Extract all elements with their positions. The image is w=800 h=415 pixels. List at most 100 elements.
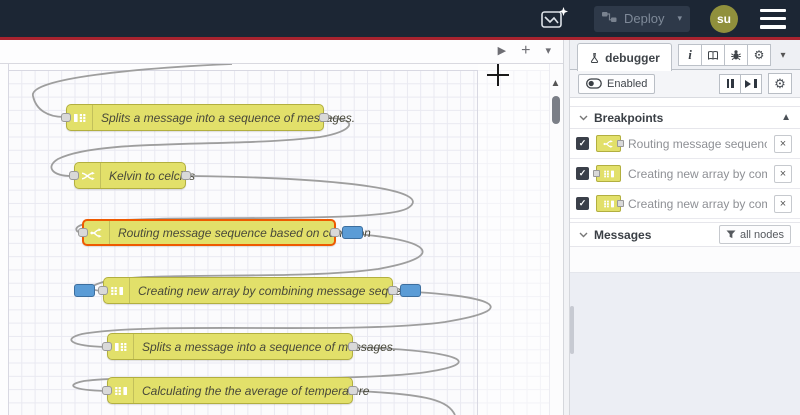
breakpoint-checkbox[interactable]: ✓ <box>576 197 589 210</box>
flow-list-chevron-icon[interactable]: ▾ <box>545 46 551 57</box>
deploy-label: Deploy <box>624 11 665 26</box>
breakpoint-checkbox[interactable]: ✓ <box>576 137 589 150</box>
flask-icon <box>591 52 599 63</box>
messages-section-header[interactable]: Messages all nodes <box>570 222 800 247</box>
join-node-mini-icon <box>593 165 621 182</box>
mini-port <box>593 170 600 177</box>
mini-port <box>617 140 624 147</box>
tab-debugger-label: debugger <box>605 50 660 65</box>
debugger-settings-button[interactable]: ⚙ <box>768 73 792 94</box>
chevron-down-icon <box>579 232 588 237</box>
node-output-port[interactable] <box>181 170 191 180</box>
bug-icon <box>731 50 741 61</box>
debugger-enabled-toggle[interactable]: Enabled <box>578 73 656 94</box>
sidebar-scroll-up-icon[interactable]: ▲ <box>781 112 791 123</box>
node-output-port[interactable] <box>319 112 329 122</box>
breakpoint-badge-input[interactable] <box>74 283 95 297</box>
sidebar-options-chevron-icon[interactable]: ▾ <box>774 44 792 66</box>
breakpoint-label: Routing message sequence based on condit… <box>628 136 767 151</box>
node-output-port[interactable] <box>348 385 358 395</box>
crosshair-cursor <box>497 64 499 86</box>
node-output-port[interactable] <box>330 227 340 237</box>
enabled-label: Enabled <box>607 77 648 90</box>
gear-icon: ⚙ <box>774 75 786 91</box>
help-book-button[interactable] <box>701 44 725 66</box>
canvas-scroll-up-icon[interactable]: ▲ <box>548 76 563 91</box>
canvas-scrollbar-thumb[interactable] <box>552 96 560 124</box>
pause-icon <box>726 79 729 88</box>
tab-scroll-right-icon[interactable]: ▶ <box>498 46 506 57</box>
header-bar: Deploy ▾ su <box>0 0 800 37</box>
node-input-port[interactable] <box>102 341 112 351</box>
sidebar-empty-area <box>570 273 800 415</box>
deploy-chevron-icon[interactable]: ▾ <box>671 13 682 24</box>
breakpoint-delete-button[interactable]: × <box>774 194 792 213</box>
breakpoint-row: ✓ Routing message sequence based on condi… <box>570 129 800 159</box>
message-list-empty <box>570 247 800 273</box>
node-label: Routing message sequence based on condit… <box>118 225 371 240</box>
sidebar-tabbar: debugger i ⚙ ▾ <box>570 40 800 71</box>
node-input-port[interactable] <box>61 112 71 122</box>
step-next-button[interactable] <box>740 73 762 94</box>
debugger-panel: Breakpoints ▲ ✓ Routing message sequence … <box>570 98 800 415</box>
messages-title: Messages <box>594 227 652 242</box>
node-output-port[interactable] <box>388 285 398 295</box>
debug-bug-button[interactable] <box>724 44 748 66</box>
switch-node-mini-icon <box>596 135 624 152</box>
flow-node-split[interactable]: Splits a message into a sequence of mess… <box>61 104 355 131</box>
node-red-app: Deploy ▾ su ▶ + ▾ Splits a message into … <box>0 0 800 415</box>
breakpoint-checkbox[interactable]: ✓ <box>576 167 589 180</box>
step-icon <box>745 79 752 88</box>
toggle-icon <box>586 78 602 89</box>
node-input-port[interactable] <box>69 170 79 180</box>
settings-button[interactable]: ⚙ <box>747 44 771 66</box>
info-button[interactable]: i <box>678 44 702 66</box>
filter-label: all nodes <box>739 228 784 241</box>
node-input-port[interactable] <box>98 285 108 295</box>
info-icon: i <box>688 47 692 62</box>
user-avatar[interactable]: su <box>710 4 738 33</box>
breakpoint-label: Creating new array by combining message … <box>628 196 767 211</box>
flow-node-switch[interactable]: Routing message sequence based on condit… <box>78 219 371 246</box>
sidebar-scrollbar-thumb[interactable] <box>570 306 574 354</box>
breakpoint-row: ✓ Creating new array by combining message… <box>570 189 800 219</box>
breakpoints-section-header[interactable]: Breakpoints ▲ <box>570 106 800 129</box>
book-icon <box>708 50 718 60</box>
pause-button[interactable] <box>719 73 741 94</box>
add-flow-icon[interactable]: + <box>521 42 530 59</box>
node-label: Creating new array by combining message … <box>138 283 421 298</box>
flow-node-join[interactable]: Creating new array by combining message … <box>74 277 421 304</box>
deploy-nodes-icon <box>602 10 617 28</box>
sidebar: debugger i ⚙ ▾ Enabled ⚙ Breakpoints ▲ ✓… <box>570 40 800 415</box>
breakpoint-badge-output[interactable] <box>342 225 363 239</box>
breakpoints-title: Breakpoints <box>594 110 664 125</box>
main-menu-icon[interactable] <box>760 8 786 29</box>
flow-node-join[interactable]: Calculating the the average of temperatu… <box>102 377 369 404</box>
message-filter-button[interactable]: all nodes <box>718 225 791 244</box>
flow-node-split[interactable]: Splits a message into a sequence of mess… <box>102 333 396 360</box>
node-output-port[interactable] <box>348 341 358 351</box>
chevron-down-icon <box>579 115 588 120</box>
breakpoint-row: ✓ Creating new array by combining message… <box>570 159 800 189</box>
node-input-port[interactable] <box>102 385 112 395</box>
node-label: Splits a message into a sequence of mess… <box>142 339 397 354</box>
flow-node-change[interactable]: Kelvin to celcius <box>69 162 195 189</box>
breakpoint-delete-button[interactable]: × <box>774 164 792 183</box>
node-label: Calculating the the average of temperatu… <box>142 383 370 398</box>
flow-canvas[interactable]: Splits a message into a sequence of mess… <box>0 64 563 415</box>
sidebar-splitter[interactable] <box>563 40 570 415</box>
tab-debugger[interactable]: debugger <box>577 43 672 71</box>
gear-icon: ⚙ <box>753 48 765 62</box>
node-input-port[interactable] <box>78 227 88 237</box>
debugger-toolbar: Enabled ⚙ <box>570 70 800 98</box>
flow-chart-sparkle-icon[interactable] <box>536 5 572 33</box>
mini-port <box>617 200 624 207</box>
join-node-mini-icon <box>596 195 624 212</box>
breakpoint-badge-output[interactable] <box>400 283 421 297</box>
workspace-tabstrip: ▶ + ▾ <box>0 40 563 64</box>
breakpoints-list: ✓ Routing message sequence based on condi… <box>570 129 800 219</box>
breakpoint-label: Creating new array by combining message … <box>628 166 767 181</box>
breakpoint-delete-button[interactable]: × <box>774 134 792 153</box>
funnel-icon <box>726 230 736 239</box>
deploy-button[interactable]: Deploy ▾ <box>594 5 690 32</box>
